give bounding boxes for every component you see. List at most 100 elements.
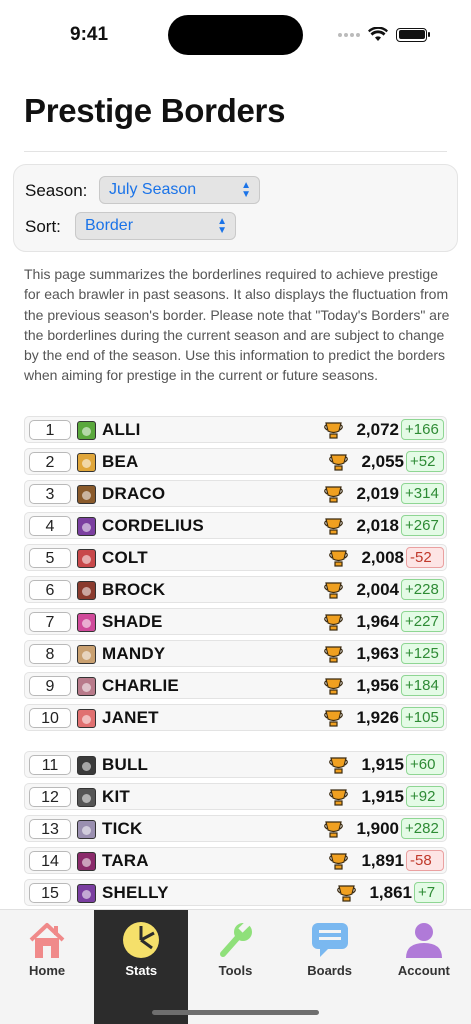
status-time: 9:41 [70, 24, 109, 45]
brawler-avatar [77, 645, 96, 664]
divider [24, 151, 447, 152]
tab-bar: Home Stats Tools Boards Account [0, 909, 471, 1024]
person-icon [405, 923, 442, 958]
tab-label: Stats [125, 963, 158, 978]
brawler-row[interactable]: 1 ALLI 2,072 +166 [24, 416, 447, 443]
trophy-icon [329, 789, 348, 806]
brawler-row[interactable]: 15 SHELLY 1,861 +7 [24, 879, 447, 906]
brawler-name: TARA [102, 851, 149, 870]
brawler-avatar [77, 517, 96, 536]
brawler-row[interactable]: 11 BULL 1,915 +60 [24, 751, 447, 778]
brawler-avatar [77, 884, 96, 903]
brawler-row[interactable]: 2 BEA 2,055 +52 [24, 448, 447, 475]
rank-badge: 5 [29, 548, 71, 568]
trophy-icon [324, 646, 343, 663]
dynamic-island [168, 15, 303, 55]
delta-badge-positive: +60 [406, 754, 444, 775]
trophy-icon [324, 678, 343, 695]
brawler-row[interactable]: 14 TARA 1,891 -58 [24, 847, 447, 874]
trophy-icon [324, 582, 343, 599]
brawler-row[interactable]: 4 CORDELIUS 2,018 +267 [24, 512, 447, 539]
cellular-signal-icon [338, 32, 360, 37]
brawler-row[interactable]: 6 BROCK 2,004 +228 [24, 576, 447, 603]
trophy-border-value: 2,055 [361, 452, 404, 471]
home-indicator [152, 1010, 319, 1015]
trophy-icon [324, 518, 343, 535]
delta-badge-positive: +52 [406, 451, 444, 472]
trophy-border-value: 2,019 [356, 484, 399, 503]
rank-badge: 11 [29, 755, 71, 775]
chevron-up-down-icon: ▲ ▼ [241, 180, 251, 200]
delta-badge-positive: +227 [401, 611, 444, 632]
brawler-name: DRACO [102, 484, 166, 503]
season-select[interactable]: July Season ▲ ▼ [99, 176, 260, 204]
brawler-name: CHARLIE [102, 676, 179, 695]
brawler-name: JANET [102, 708, 159, 727]
tab-home[interactable]: Home [0, 910, 94, 1024]
brawler-name: COLT [102, 548, 148, 567]
brawler-avatar [77, 421, 96, 440]
brawler-name: TICK [102, 819, 143, 838]
tab-stats[interactable]: Stats [94, 910, 189, 1024]
sort-label: Sort: [25, 217, 61, 236]
battery-icon [396, 27, 430, 42]
season-label: Season: [25, 181, 88, 200]
sort-select[interactable]: Border ▲ ▼ [75, 212, 236, 240]
trophy-icon [324, 422, 343, 439]
status-bar: 9:41 [0, 0, 471, 64]
delta-badge-negative: -58 [406, 850, 444, 871]
page-title: Prestige Borders [24, 92, 286, 129]
house-icon [29, 923, 65, 958]
brawler-avatar [77, 485, 96, 504]
trophy-border-value: 1,926 [356, 708, 399, 727]
rank-badge: 15 [29, 883, 71, 903]
chevron-up-down-icon: ▲ ▼ [217, 216, 227, 236]
brawler-row[interactable]: 12 KIT 1,915 +92 [24, 783, 447, 810]
brawler-name: CORDELIUS [102, 516, 204, 535]
brawler-row[interactable]: 13 TICK 1,900 +282 [24, 815, 447, 842]
brawler-row[interactable]: 3 DRACO 2,019 +314 [24, 480, 447, 507]
season-select-value: July Season [109, 181, 197, 198]
tab-account[interactable]: Account [377, 910, 471, 1024]
tab-label: Account [397, 963, 450, 978]
trophy-border-value: 2,072 [356, 420, 399, 439]
tab-label: Tools [218, 963, 253, 978]
trophy-border-value: 1,900 [356, 819, 399, 838]
rank-badge: 2 [29, 452, 71, 472]
rank-badge: 8 [29, 644, 71, 664]
rank-badge: 3 [29, 484, 71, 504]
rank-badge: 1 [29, 420, 71, 440]
tab-boards[interactable]: Boards [283, 910, 377, 1024]
trophy-icon [324, 710, 343, 727]
brawler-name: ALLI [102, 420, 141, 439]
brawler-avatar [77, 852, 96, 871]
trophy-icon [337, 885, 356, 902]
tab-label: Boards [307, 963, 353, 978]
trophy-border-value: 1,915 [361, 787, 404, 806]
brawler-row[interactable]: 9 CHARLIE 1,956 +184 [24, 672, 447, 699]
wifi-icon [368, 27, 388, 41]
trophy-icon [324, 486, 343, 503]
brawler-row[interactable]: 7 SHADE 1,964 +227 [24, 608, 447, 635]
brawler-avatar [77, 613, 96, 632]
rank-badge: 14 [29, 851, 71, 871]
trophy-border-value: 1,964 [356, 612, 399, 631]
trophy-icon [324, 614, 343, 631]
tab-tools[interactable]: Tools [188, 910, 282, 1024]
rank-badge: 7 [29, 612, 71, 632]
trophy-icon [329, 454, 348, 471]
delta-badge-positive: +92 [406, 786, 444, 807]
trophy-border-value: 2,004 [356, 580, 399, 599]
chat-bubble-icon [311, 923, 348, 957]
rank-badge: 10 [29, 708, 71, 728]
brawler-row[interactable]: 5 COLT 2,008 -52 [24, 544, 447, 571]
trophy-border-value: 1,915 [361, 755, 404, 774]
delta-badge-positive: +228 [401, 579, 444, 600]
brawler-row[interactable]: 10 JANET 1,926 +105 [24, 704, 447, 731]
brawler-row[interactable]: 8 MANDY 1,963 +125 [24, 640, 447, 667]
brawler-name: MANDY [102, 644, 166, 663]
brawler-avatar [77, 677, 96, 696]
brawler-avatar [77, 581, 96, 600]
trophy-border-value: 2,008 [361, 548, 404, 567]
intro-text: This page summarizes the borderlines req… [24, 266, 450, 384]
